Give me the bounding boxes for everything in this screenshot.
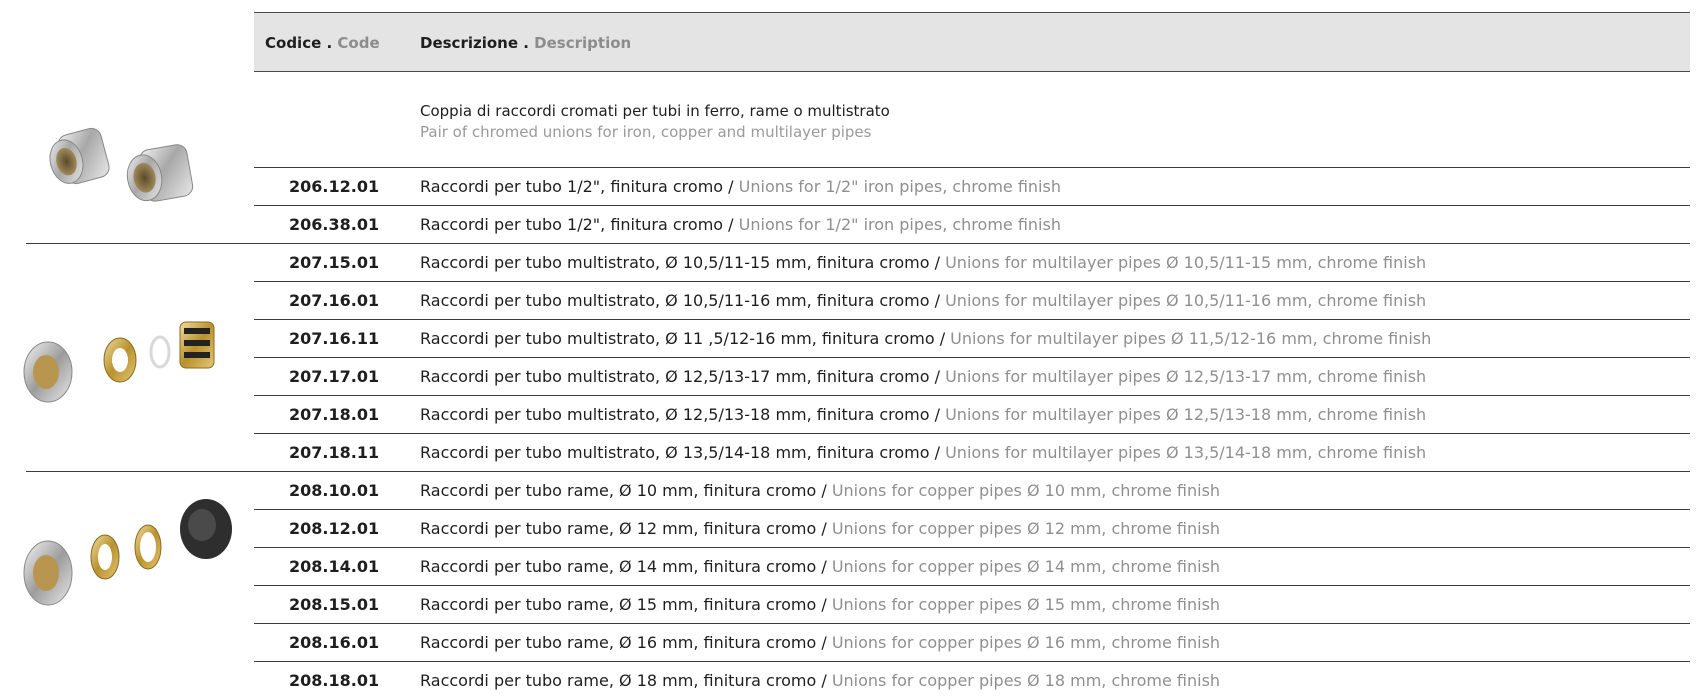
- product-code: 207.15.01: [289, 253, 380, 272]
- table-row: 207.17.01 Raccordi per tubo multistrato, …: [0, 357, 1690, 395]
- table-header: Codice . Code Descrizione . Description: [254, 12, 1690, 72]
- product-description: Raccordi per tubo multistrato, Ø 12,5/13…: [420, 367, 1426, 386]
- description-header-it: Descrizione .: [420, 34, 529, 52]
- description-it: Raccordi per tubo multistrato, Ø 12,5/13…: [420, 405, 940, 424]
- description-en: Unions for copper pipes Ø 12 mm, chrome …: [831, 519, 1221, 538]
- description-it: Raccordi per tubo rame, Ø 16 mm, finitur…: [420, 633, 827, 652]
- table-row: 208.16.01 Raccordi per tubo rame, Ø 16 mm…: [0, 623, 1690, 661]
- description-en: Unions for multilayer pipes Ø 13,5/14-18…: [945, 443, 1427, 462]
- description-en: Unions for copper pipes Ø 16 mm, chrome …: [831, 633, 1221, 652]
- product-intro: Coppia di raccordi cromati per tubi in f…: [420, 101, 890, 143]
- product-description: Raccordi per tubo rame, Ø 15 mm, finitur…: [420, 595, 1220, 614]
- product-code: 208.16.01: [289, 633, 380, 652]
- description-en: Unions for 1/2" iron pipes, chrome finis…: [738, 177, 1061, 196]
- description-en: Unions for copper pipes Ø 14 mm, chrome …: [831, 557, 1221, 576]
- table-row: 207.18.01 Raccordi per tubo multistrato, …: [0, 395, 1690, 433]
- table-row: 208.14.01 Raccordi per tubo rame, Ø 14 mm…: [0, 547, 1690, 585]
- product-code: 208.15.01: [289, 595, 380, 614]
- table-row: 206.12.01 Raccordi per tubo 1/2", finitur…: [0, 167, 1690, 205]
- table-row: 208.10.01 Raccordi per tubo rame, Ø 10 mm…: [0, 471, 1690, 509]
- product-description: Raccordi per tubo 1/2", finitura cromo /…: [420, 177, 1061, 196]
- description-it: Raccordi per tubo 1/2", finitura cromo /: [420, 177, 734, 196]
- description-en: Unions for multilayer pipes Ø 12,5/13-17…: [945, 367, 1427, 386]
- product-code: 207.16.01: [289, 291, 380, 310]
- description-it: Raccordi per tubo rame, Ø 14 mm, finitur…: [420, 557, 827, 576]
- description-it: Raccordi per tubo multistrato, Ø 12,5/13…: [420, 367, 940, 386]
- code-column-header: Codice . Code: [265, 34, 380, 52]
- description-en: Unions for multilayer pipes Ø 12,5/13-18…: [945, 405, 1427, 424]
- table-row: 207.18.11 Raccordi per tubo multistrato, …: [0, 433, 1690, 471]
- table-row: 206.38.01 Raccordi per tubo 1/2", finitur…: [0, 205, 1690, 243]
- product-code: 208.18.01: [289, 671, 380, 690]
- product-description: Raccordi per tubo multistrato, Ø 12,5/13…: [420, 405, 1426, 424]
- table-row: 208.12.01 Raccordi per tubo rame, Ø 12 mm…: [0, 509, 1690, 547]
- description-en: Unions for copper pipes Ø 10 mm, chrome …: [831, 481, 1221, 500]
- description-it: Raccordi per tubo rame, Ø 18 mm, finitur…: [420, 671, 827, 690]
- product-description: Raccordi per tubo rame, Ø 10 mm, finitur…: [420, 481, 1220, 500]
- product-description: Raccordi per tubo 1/2", finitura cromo /…: [420, 215, 1061, 234]
- description-it: Raccordi per tubo multistrato, Ø 10,5/11…: [420, 253, 940, 272]
- description-en: Unions for copper pipes Ø 18 mm, chrome …: [831, 671, 1221, 690]
- table-row: 208.15.01 Raccordi per tubo rame, Ø 15 mm…: [0, 585, 1690, 623]
- intro-text-en: Pair of chromed unions for iron, copper …: [420, 123, 872, 141]
- product-code: 206.38.01: [289, 215, 380, 234]
- product-description: Raccordi per tubo rame, Ø 14 mm, finitur…: [420, 557, 1220, 576]
- code-header-it: Codice .: [265, 34, 333, 52]
- product-code: 207.17.01: [289, 367, 380, 386]
- product-description: Raccordi per tubo rame, Ø 12 mm, finitur…: [420, 519, 1220, 538]
- table-row: 207.16.01 Raccordi per tubo multistrato, …: [0, 281, 1690, 319]
- description-en: Unions for multilayer pipes Ø 10,5/11-15…: [945, 253, 1427, 272]
- product-code: 207.18.01: [289, 405, 380, 424]
- description-en: Unions for 1/2" iron pipes, chrome finis…: [738, 215, 1061, 234]
- description-it: Raccordi per tubo rame, Ø 10 mm, finitur…: [420, 481, 827, 500]
- description-en: Unions for multilayer pipes Ø 11,5/12-16…: [950, 329, 1432, 348]
- description-it: Raccordi per tubo 1/2", finitura cromo /: [420, 215, 734, 234]
- description-en: Unions for copper pipes Ø 15 mm, chrome …: [831, 595, 1221, 614]
- description-it: Raccordi per tubo rame, Ø 15 mm, finitur…: [420, 595, 827, 614]
- product-description: Raccordi per tubo multistrato, Ø 10,5/11…: [420, 291, 1426, 310]
- product-description: Raccordi per tubo rame, Ø 18 mm, finitur…: [420, 671, 1220, 690]
- product-description: Raccordi per tubo multistrato, Ø 13,5/14…: [420, 443, 1426, 462]
- description-it: Raccordi per tubo rame, Ø 12 mm, finitur…: [420, 519, 827, 538]
- code-header-en: Code: [337, 34, 380, 52]
- product-description: Raccordi per tubo multistrato, Ø 10,5/11…: [420, 253, 1426, 272]
- product-code: 208.10.01: [289, 481, 380, 500]
- description-column-header: Descrizione . Description: [420, 34, 631, 52]
- intro-text-it: Coppia di raccordi cromati per tubi in f…: [420, 102, 890, 120]
- product-code: 206.12.01: [289, 177, 380, 196]
- description-en: Unions for multilayer pipes Ø 10,5/11-16…: [945, 291, 1427, 310]
- description-it: Raccordi per tubo multistrato, Ø 10,5/11…: [420, 291, 940, 310]
- description-header-en: Description: [534, 34, 632, 52]
- product-code: 208.12.01: [289, 519, 380, 538]
- product-description: Raccordi per tubo multistrato, Ø 11 ,5/1…: [420, 329, 1431, 348]
- description-it: Raccordi per tubo multistrato, Ø 11 ,5/1…: [420, 329, 946, 348]
- product-code: 207.16.11: [289, 329, 380, 348]
- description-it: Raccordi per tubo multistrato, Ø 13,5/14…: [420, 443, 940, 462]
- product-description: Raccordi per tubo rame, Ø 16 mm, finitur…: [420, 633, 1220, 652]
- table-row: 207.15.01 Raccordi per tubo multistrato, …: [0, 243, 1690, 281]
- product-code: 207.18.11: [289, 443, 380, 462]
- table-row: 207.16.11 Raccordi per tubo multistrato, …: [0, 319, 1690, 357]
- product-code: 208.14.01: [289, 557, 380, 576]
- table-row: 208.18.01 Raccordi per tubo rame, Ø 18 mm…: [0, 661, 1690, 699]
